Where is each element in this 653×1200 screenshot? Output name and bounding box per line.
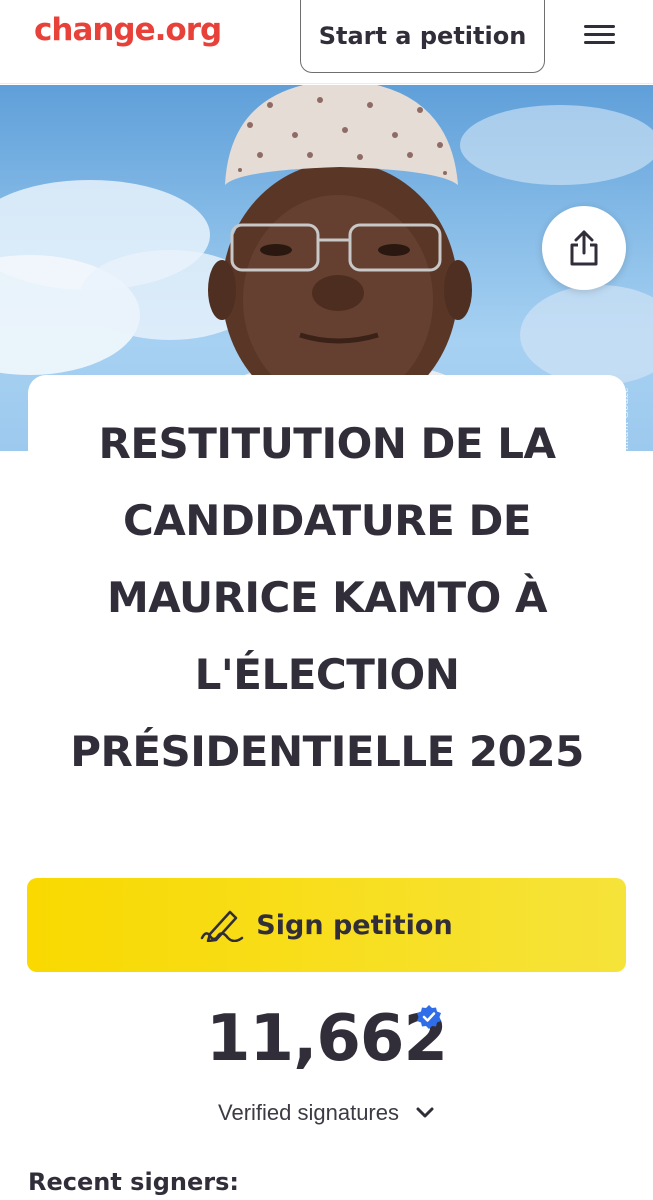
sign-petition-button[interactable]: Sign petition	[27, 878, 626, 972]
verified-signatures-label: Verified signatures	[218, 1100, 399, 1125]
site-header: change.org Start a petition	[0, 0, 653, 84]
petition-title: RESTITUTION DE LA CANDIDATURE DE MAURICE…	[70, 419, 584, 776]
recent-signers-heading: Recent signers:	[28, 1168, 239, 1196]
start-petition-button[interactable]: Start a petition	[300, 0, 545, 73]
verified-signatures-toggle[interactable]: Verified signatures	[0, 1100, 653, 1126]
chevron-down-icon	[416, 1107, 434, 1118]
sign-petition-label: Sign petition	[256, 909, 453, 941]
signature-pen-icon	[201, 910, 244, 942]
signature-count: 11,662	[206, 1002, 448, 1076]
share-button[interactable]	[542, 206, 626, 290]
change-org-logo[interactable]: change.org	[34, 12, 222, 48]
petition-card: RESTITUTION DE LA CANDIDATURE DE MAURICE…	[28, 375, 626, 855]
share-icon	[570, 230, 598, 266]
hamburger-menu-icon[interactable]	[580, 20, 620, 50]
verified-badge-icon	[417, 1005, 441, 1029]
